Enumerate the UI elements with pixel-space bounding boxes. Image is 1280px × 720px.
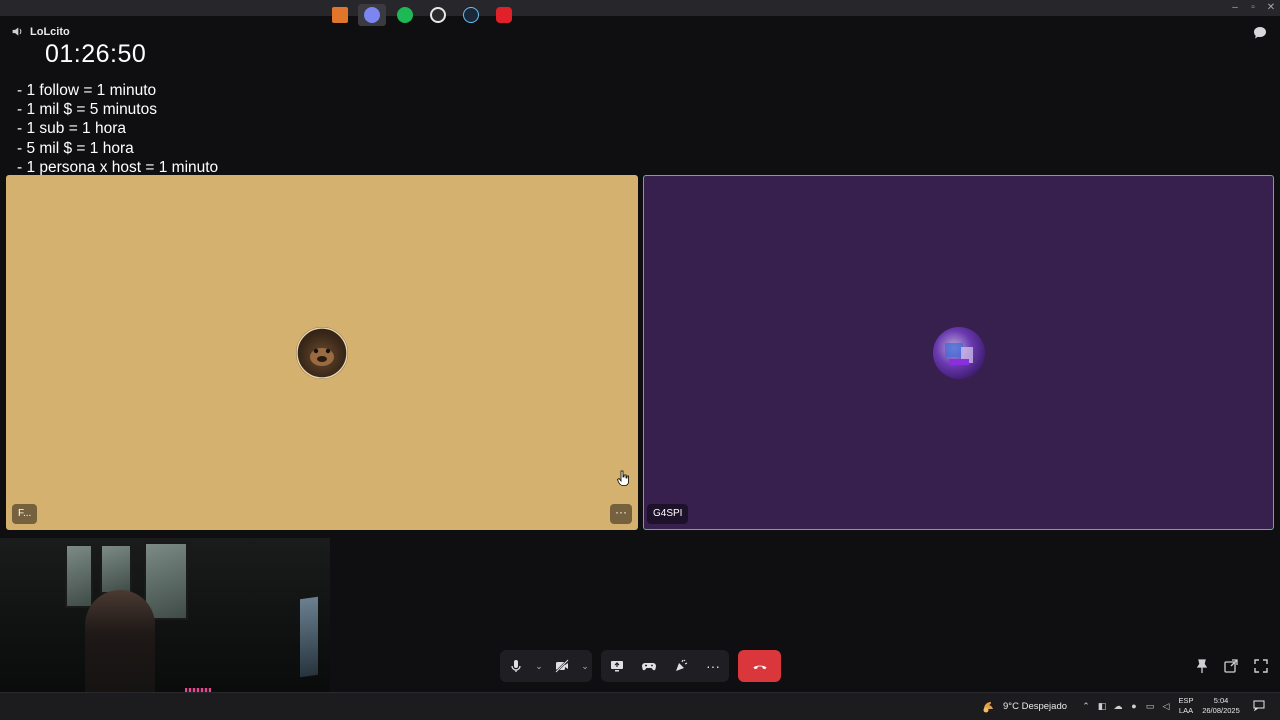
soundboard-icon (676, 659, 688, 671)
chat-icon[interactable] (1252, 25, 1268, 41)
participant-name-tag: F... (12, 504, 38, 524)
disconnect-button[interactable] (738, 650, 781, 682)
browser-icon (430, 7, 446, 23)
hand-cursor-icon (617, 470, 629, 486)
tray-app-icon[interactable]: ◧ (1097, 701, 1107, 711)
participant-name-tag: G4SPI (647, 504, 689, 524)
chevron-up-icon[interactable]: ⌃ (1081, 701, 1091, 711)
taskbar-app-discord[interactable] (358, 4, 386, 26)
clock-time: 5:04 (1213, 696, 1229, 705)
activities-button[interactable] (633, 650, 665, 682)
taskbar-app-spotify[interactable] (391, 4, 419, 26)
rule-line: - 5 mil $ = 1 hora (17, 139, 134, 157)
taskbar-app-steam[interactable] (457, 4, 485, 26)
steam-icon (463, 7, 479, 23)
rule-line: - 1 mil $ = 5 minutos (17, 101, 157, 119)
camera-button[interactable] (546, 650, 578, 682)
language-code: ESP (1178, 696, 1194, 705)
participant-tile-speaking[interactable]: G4SPI (643, 175, 1274, 530)
rule-line: - 1 sub = 1 hora (17, 120, 126, 138)
weather-widget[interactable]: 9°C Despejado (981, 699, 1067, 713)
chevron-down-icon[interactable]: ⌄ (578, 650, 592, 682)
notification-icon[interactable] (1253, 700, 1265, 711)
avatar (933, 327, 985, 379)
rule-line: - 1 follow = 1 minuto (17, 82, 157, 99)
volume-icon[interactable]: ◁ (1161, 701, 1171, 711)
hangup-icon (753, 665, 766, 670)
microphone-icon (511, 660, 521, 672)
activity-controls: ··· (601, 650, 729, 682)
weather-icon (983, 702, 993, 713)
pin-icon[interactable] (1194, 658, 1210, 674)
voice-controls: ⌄ ⌄ (500, 650, 592, 682)
taskbar-app[interactable] (326, 4, 354, 26)
participant-tile[interactable]: F... ··· (6, 175, 638, 530)
clock-date: 26/08/2025 (1202, 706, 1240, 715)
title-bar: – ▫ ✕ (0, 0, 1280, 16)
app-icon (496, 7, 512, 23)
weather-text: 9°C Despejado (1003, 700, 1068, 712)
camera-off-icon (555, 659, 569, 673)
discord-icon (364, 7, 380, 23)
streamer (85, 590, 155, 692)
close-button[interactable]: ✕ (1264, 2, 1278, 14)
more-actions-button[interactable]: ··· (697, 650, 729, 682)
taskbar-app[interactable] (490, 4, 518, 26)
subathon-rules: - 1 follow = 1 minuto - 1 mil $ = 5 minu… (17, 81, 218, 177)
screen-share-icon (611, 661, 623, 672)
channel-header: LoLcito (11, 25, 70, 38)
microphone-icon[interactable]: ● (1129, 701, 1139, 711)
minimize-button[interactable]: – (1228, 2, 1242, 14)
microphone-button[interactable] (500, 650, 532, 682)
window-pane (65, 544, 93, 608)
speaker-icon (12, 27, 22, 36)
channel-name: LoLcito (30, 25, 70, 38)
spotify-icon (397, 7, 413, 23)
avatar (296, 327, 348, 379)
chevron-down-icon[interactable]: ⌄ (532, 650, 546, 682)
gamepad-icon (642, 663, 656, 671)
more-options-button[interactable]: ··· (610, 504, 632, 524)
webcam-feed (0, 538, 330, 692)
tool-icon (332, 7, 348, 23)
soundboard-button[interactable] (665, 650, 697, 682)
popout-icon[interactable] (1223, 658, 1239, 674)
input-language[interactable]: ESP LAA (1177, 696, 1195, 716)
network-icon[interactable]: ▭ (1145, 701, 1155, 711)
tray-app-icon[interactable]: ☁ (1113, 701, 1123, 711)
taskbar-app-browser[interactable] (424, 4, 452, 26)
fullscreen-icon[interactable] (1253, 658, 1269, 674)
screen-share-button[interactable] (601, 650, 633, 682)
monitor (300, 596, 318, 678)
maximize-button[interactable]: ▫ (1246, 2, 1260, 14)
stream-timer: 01:26:50 (45, 40, 147, 68)
keyboard-layout: LAA (1178, 706, 1194, 715)
system-clock[interactable]: 5:04 26/08/2025 (1200, 696, 1242, 716)
window-pane (100, 544, 132, 594)
